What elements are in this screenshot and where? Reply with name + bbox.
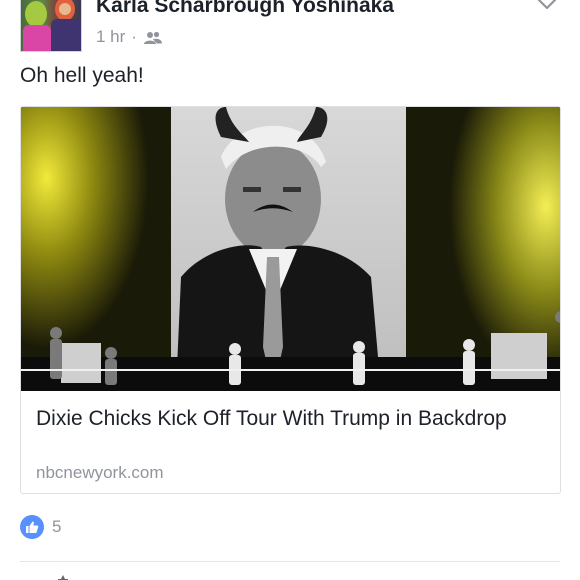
post-time[interactable]: 1 hr — [96, 27, 125, 47]
avatar-face — [59, 3, 71, 15]
link-title[interactable]: Dixie Chicks Kick Off Tour With Trump in… — [36, 405, 546, 433]
author-avatar[interactable] — [20, 0, 82, 52]
like-count[interactable]: 5 — [52, 517, 61, 537]
avatar-figure — [25, 1, 47, 27]
divider — [20, 561, 560, 562]
avatar-figure — [51, 19, 81, 51]
link-preview-image[interactable] — [21, 107, 560, 391]
reactions-bar[interactable]: 5 — [20, 515, 61, 539]
friends-icon[interactable] — [143, 30, 163, 44]
link-preview-card[interactable]: Dixie Chicks Kick Off Tour With Trump in… — [20, 106, 561, 494]
author-name[interactable]: Karla Scharbrough Yoshinaka — [96, 0, 394, 18]
meta-separator: · — [131, 27, 137, 46]
avatar-figure — [23, 25, 51, 51]
post-meta: 1 hr · — [96, 27, 163, 47]
post-header: Karla Scharbrough Yoshinaka 1 hr · — [0, 0, 580, 60]
like-icon[interactable] — [20, 515, 44, 539]
link-domain: nbcnewyork.com — [36, 463, 164, 482]
post-text: Oh hell yeah! — [20, 64, 144, 87]
chevron-down-icon[interactable] — [536, 0, 558, 16]
like-button-icon[interactable] — [56, 572, 70, 580]
